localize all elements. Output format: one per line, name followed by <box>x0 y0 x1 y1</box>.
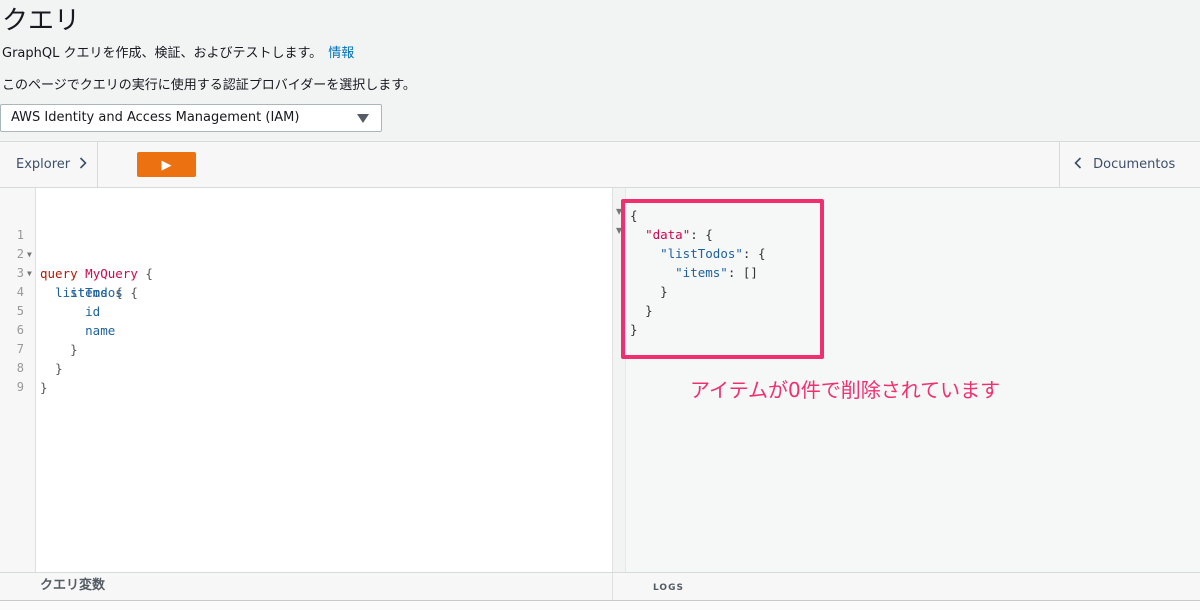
code-line: 2 ▼ listTodos { <box>0 226 613 300</box>
docs-button[interactable]: Documentos <box>1059 142 1200 188</box>
auth-description: このページでクエリの実行に使用する認証プロバイダーを選択します。 <box>2 78 416 93</box>
code-line: 8 } <box>0 340 613 395</box>
explorer-label: Explorer <box>16 157 71 172</box>
graphql-panel: Explorer ▶ Documentos 1 ▼ query MyQuery … <box>0 141 1200 610</box>
page-title: クエリ <box>2 6 81 36</box>
code-line: 1 ▼ query MyQuery { <box>0 207 613 281</box>
code-line: 9 <box>0 359 613 394</box>
logs-tab[interactable]: LOGS <box>613 572 1200 600</box>
page-subtitle: GraphQL クエリを作成、検証、およびテストします。 情報 <box>2 45 354 63</box>
code-line: 4 id <box>0 264 613 319</box>
bottom-strip <box>0 600 1200 610</box>
code-line: 6 } <box>0 302 613 357</box>
query-toolbar: Explorer ▶ Documentos <box>0 142 1200 188</box>
auth-provider-value: AWS Identity and Access Management (IAM) <box>11 110 300 125</box>
query-editor[interactable]: 1 ▼ query MyQuery { 2 ▼ listTodos { 3 it… <box>0 188 613 572</box>
auth-provider-select[interactable]: AWS Identity and Access Management (IAM) <box>0 104 382 132</box>
query-variables-tab[interactable]: クエリ変数 <box>0 572 613 600</box>
code-line: 3 items { <box>0 245 613 300</box>
chevron-left-icon <box>1074 157 1082 169</box>
run-query-button[interactable]: ▶ <box>137 152 196 177</box>
query-page: クエリ GraphQL クエリを作成、検証、およびテストします。 情報 このページ… <box>0 0 1200 610</box>
explorer-button[interactable]: Explorer <box>0 142 98 188</box>
chevron-right-icon <box>80 157 87 169</box>
play-icon: ▶ <box>161 156 172 172</box>
annotation-text: アイテムが0件で削除されています <box>690 378 1001 402</box>
caret-down-icon <box>357 114 369 123</box>
annotation-highlight-box <box>621 199 824 359</box>
docs-label: Documentos <box>1093 157 1176 172</box>
info-link[interactable]: 情報 <box>328 46 354 61</box>
subtitle-text: GraphQL クエリを作成、検証、およびテストします。 <box>2 46 323 61</box>
code-line: 7 } <box>0 321 613 376</box>
code-line: 5 name <box>0 283 613 338</box>
line-number: 9 <box>16 380 24 394</box>
